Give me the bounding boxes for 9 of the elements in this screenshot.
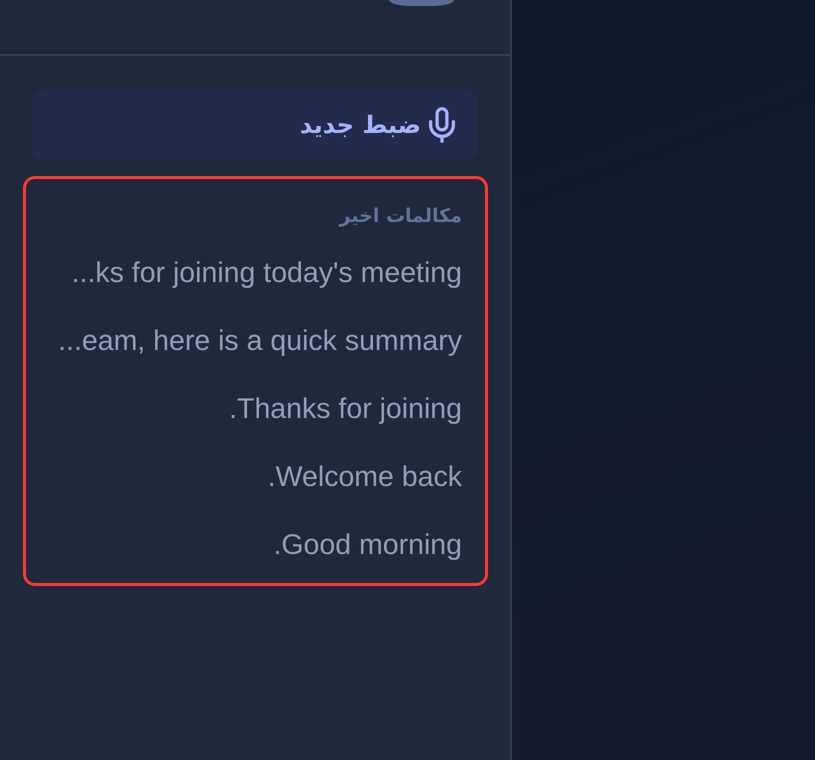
new-recording-button[interactable]: ضبط جدید bbox=[32, 89, 478, 161]
section-heading: مکالمات اخیر bbox=[338, 204, 462, 229]
recent-call-item[interactable]: .Thanks for joining bbox=[44, 375, 462, 443]
recent-call-item[interactable]: .Welcome back bbox=[44, 443, 462, 511]
pill-button[interactable] bbox=[389, 0, 454, 6]
recent-call-item[interactable]: ...ks for joining today's meeting bbox=[44, 239, 462, 307]
recent-call-item[interactable]: .Good morning bbox=[44, 511, 462, 579]
recent-call-item[interactable]: ...eam, here is a quick summary bbox=[44, 307, 462, 375]
microphone-icon bbox=[429, 107, 455, 143]
